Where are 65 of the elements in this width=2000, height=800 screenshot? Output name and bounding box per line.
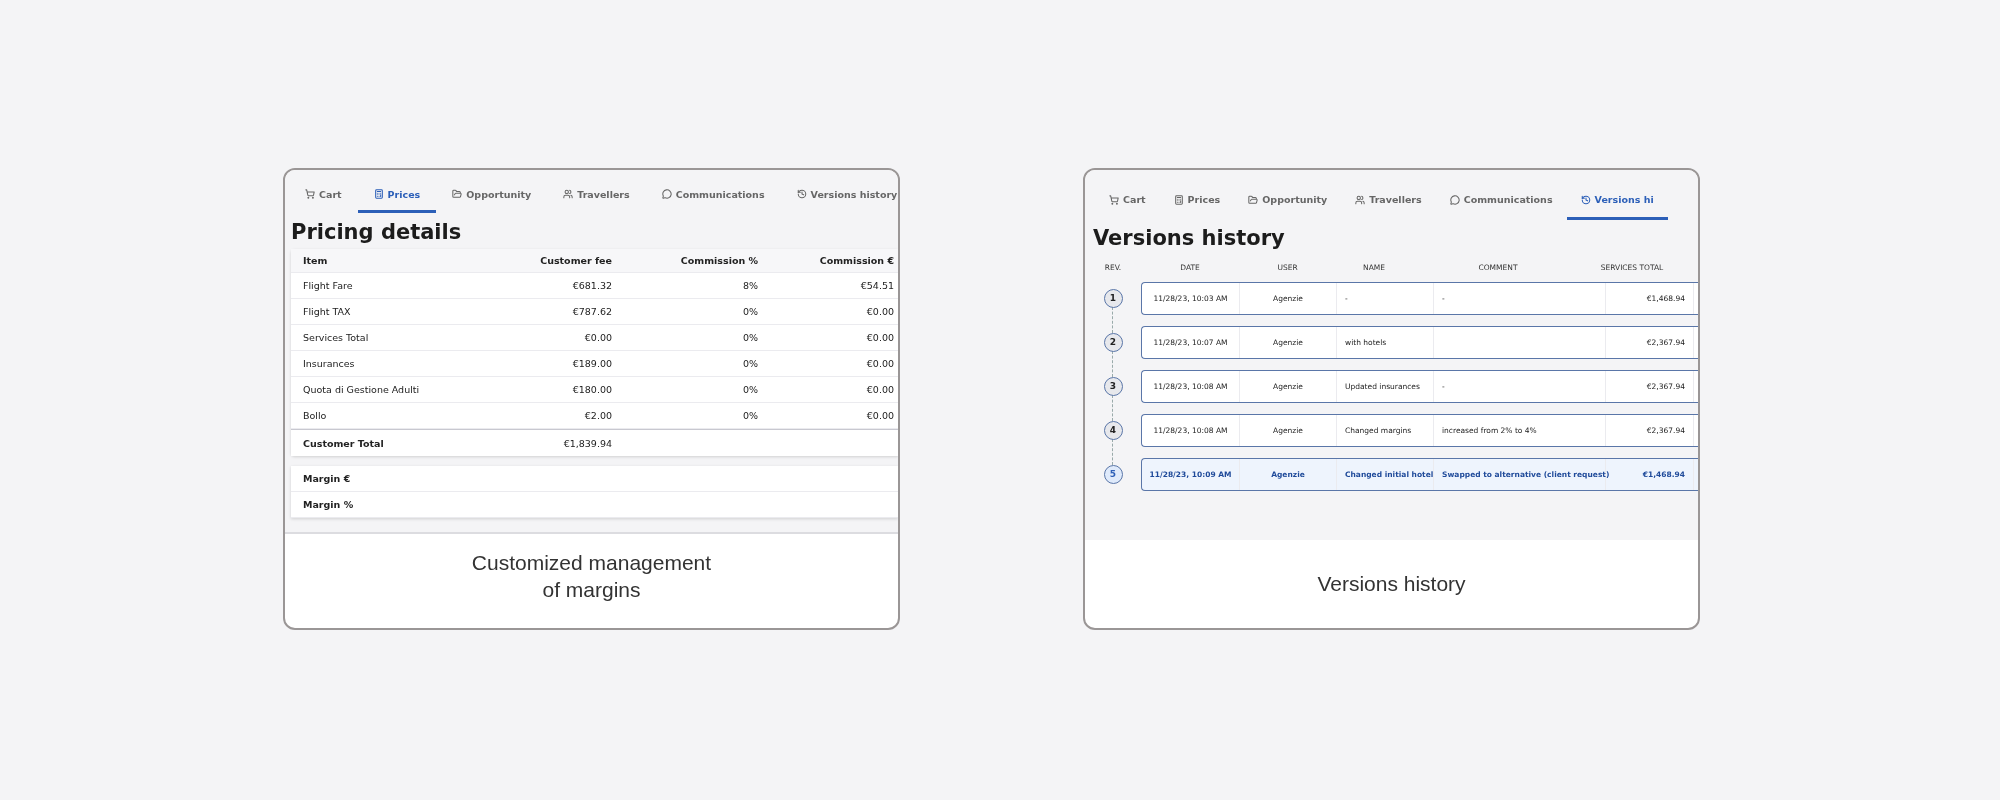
caption: Customized management of margins: [470, 549, 713, 603]
table-cell-text: €0.00: [583, 332, 612, 343]
column-header: Customer fee: [539, 255, 612, 266]
tab[interactable]: Travellers: [547, 178, 646, 213]
table-cell-text: €54.51: [859, 280, 895, 291]
revision-number: 2: [1103, 332, 1123, 352]
history-icon: [1580, 194, 1591, 205]
tab[interactable]: Communications: [1435, 182, 1567, 220]
column-header: Commission €: [818, 255, 895, 266]
column-header: Commission %: [679, 255, 758, 266]
tab[interactable]: Prices: [1159, 182, 1235, 220]
table-cell-text: €189.00: [571, 358, 612, 369]
folder-icon: [452, 189, 463, 199]
tab[interactable]: Travellers: [1341, 182, 1436, 220]
table-cell-text: 0%: [741, 358, 758, 369]
caption: Versions history: [1317, 571, 1466, 598]
revision-number: 3: [1103, 376, 1123, 396]
calculator-icon: [373, 189, 384, 199]
table-cell-text: Flight Fare: [302, 280, 354, 291]
margin-label: Margin %: [303, 499, 354, 510]
tab[interactable]: Communications: [645, 178, 781, 213]
people-icon: [563, 189, 574, 199]
table-cell-text: €2.00: [583, 410, 612, 421]
table-cell-text: 0%: [741, 384, 758, 395]
tab[interactable]: Opportunity: [1234, 182, 1342, 220]
margin-label: Margin €: [303, 473, 351, 484]
cart-icon: [1109, 194, 1119, 205]
cart-icon: [305, 189, 315, 199]
total-cell-text: €1,839.94: [562, 437, 612, 449]
table-cell-text: 0%: [741, 306, 758, 317]
page-title: Versions history: [1092, 225, 1286, 250]
chat-icon: [661, 189, 672, 199]
page-title: Pricing details: [290, 219, 463, 246]
column-header: Item: [302, 255, 329, 266]
table-cell-text: €681.32: [571, 280, 612, 291]
tab[interactable]: Cart: [1095, 182, 1160, 220]
table-cell-text: €0.00: [865, 384, 895, 395]
table-cell-text: 0%: [741, 332, 758, 343]
table-cell-text: €787.62: [571, 306, 612, 317]
people-icon: [1355, 194, 1366, 205]
table-cell-text: €0.00: [865, 332, 895, 343]
tab[interactable]: Versions history: [780, 178, 898, 213]
table-cell-text: €0.00: [865, 410, 895, 421]
revision-number: 4: [1103, 420, 1123, 440]
table-cell-text: Services Total: [302, 332, 370, 343]
tab[interactable]: Prices: [357, 178, 437, 213]
revision-number: 1: [1103, 288, 1123, 308]
table-cell-text: 8%: [741, 280, 758, 291]
table-cell-text: Quota di Gestione Adulti: [302, 384, 421, 395]
table-cell-text: Flight TAX: [302, 306, 352, 317]
total-cell-text: Customer Total: [302, 437, 385, 449]
table-cell-text: €0.00: [865, 358, 895, 369]
table-cell-text: €0.00: [865, 306, 895, 317]
tab[interactable]: Versions hi: [1566, 182, 1668, 220]
table-cell-text: €180.00: [571, 384, 612, 395]
chat-icon: [1449, 194, 1460, 205]
table-cell-text: 0%: [741, 410, 758, 421]
history-icon: [796, 189, 807, 199]
revision-number: 5: [1103, 464, 1123, 484]
table-cell-text: Insurances: [302, 358, 356, 369]
folder-icon: [1248, 194, 1259, 205]
tab[interactable]: Opportunity: [436, 178, 548, 213]
tab[interactable]: Cart: [289, 178, 358, 213]
table-cell-text: Bollo: [302, 410, 328, 421]
calculator-icon: [1173, 194, 1184, 205]
